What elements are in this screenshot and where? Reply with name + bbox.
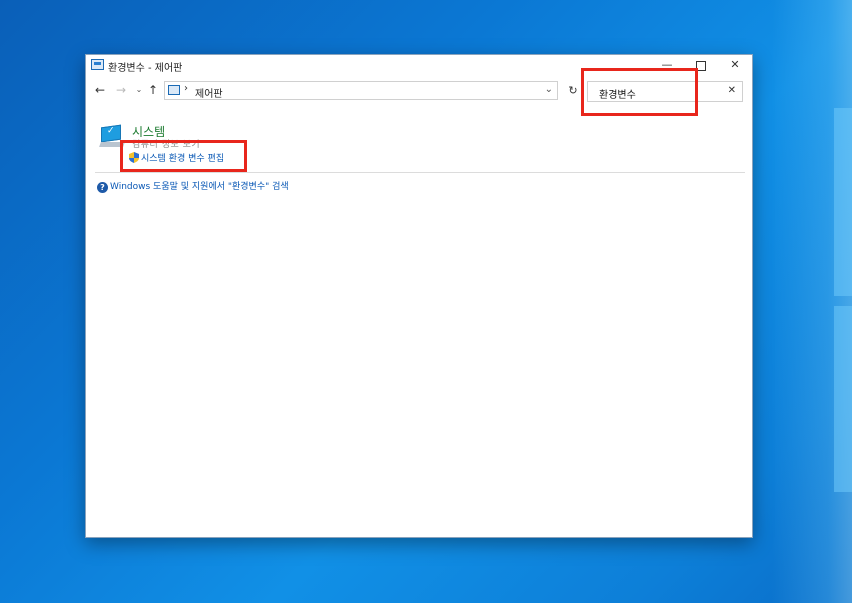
close-button[interactable]: ✕ bbox=[718, 55, 752, 77]
highlight-box-search bbox=[581, 68, 698, 116]
help-link-label: Windows 도움말 및 지원에서 "환경변수" 검색 bbox=[110, 182, 289, 192]
control-panel-icon bbox=[91, 59, 104, 70]
desktop-window-pane bbox=[834, 108, 852, 296]
clear-search-button[interactable]: ✕ bbox=[728, 85, 736, 96]
refresh-button[interactable]: ↻ bbox=[563, 82, 583, 100]
help-icon: ? bbox=[97, 182, 108, 193]
desktop-glow bbox=[772, 0, 852, 603]
divider bbox=[95, 172, 745, 173]
address-bar[interactable]: › 제어판 ⌄ bbox=[164, 81, 558, 100]
chevron-down-icon[interactable]: ⌄ bbox=[545, 84, 553, 95]
highlight-box-task-link bbox=[120, 140, 247, 172]
window-title: 환경변수 - 제어판 bbox=[108, 63, 183, 74]
windows-help-search-link[interactable]: ? Windows 도움말 및 지원에서 "환경변수" 검색 bbox=[97, 179, 289, 193]
forward-button[interactable]: → bbox=[114, 82, 128, 98]
back-button[interactable]: ← bbox=[93, 82, 107, 98]
desktop-window-pane bbox=[834, 306, 852, 492]
results-pane: 시스템 컴퓨터 정보 보기 시스템 환경 변수 편집 ?Windows 도움말 … bbox=[86, 111, 752, 531]
breadcrumb-separator: › bbox=[184, 83, 188, 94]
recent-locations-button[interactable]: ⌄ bbox=[132, 82, 146, 98]
control-panel-window: 환경변수 - 제어판 — ✕ ← → ⌄ ↑ › 제어판 ⌄ ↻ 환경변수 ✕ … bbox=[85, 54, 753, 538]
breadcrumb-control-panel[interactable]: 제어판 bbox=[195, 85, 223, 100]
control-panel-icon bbox=[168, 85, 180, 95]
up-button[interactable]: ↑ bbox=[146, 82, 160, 98]
monitor-icon bbox=[101, 124, 121, 143]
